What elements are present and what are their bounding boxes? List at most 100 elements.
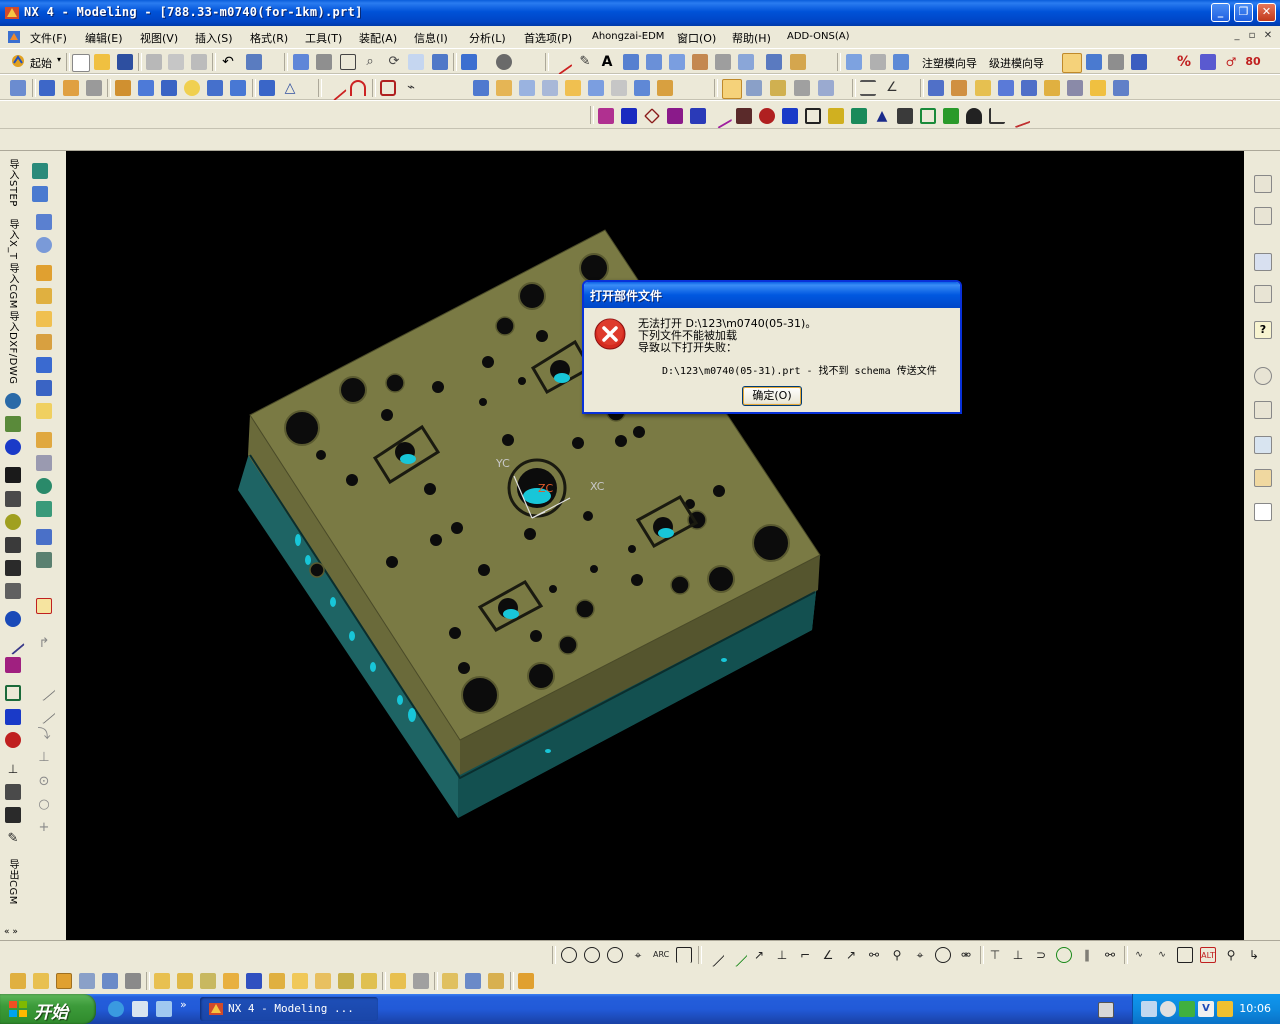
snap-chain-icon[interactable]: ⚮ [958,947,974,963]
snap-intersection-icon[interactable]: ⚯ [866,947,882,963]
tool-column-6-icon[interactable] [36,288,52,304]
quicklaunch-more-icon[interactable]: » [180,998,187,1011]
tray-v-icon[interactable]: V [1198,1001,1214,1017]
menu-assemblies[interactable]: 装配(A) [359,30,397,46]
menu-file[interactable]: 文件(F) [30,30,67,46]
scale-body-icon[interactable] [657,80,673,96]
tool-column-14-icon[interactable] [36,478,52,494]
snap-arc-icon[interactable]: ARC [653,947,669,963]
import-dxf-button[interactable]: 导入DXF/DWG [5,311,20,385]
gate-icon[interactable] [1090,80,1106,96]
keyboard-icon[interactable] [1098,1002,1114,1018]
swept-icon[interactable] [669,54,685,70]
custom-tool-14-icon[interactable] [897,108,913,124]
layer-icon[interactable] [790,54,806,70]
menu-preferences[interactable]: 首选项(P) [524,30,572,46]
zoom-in-icon[interactable] [340,54,356,70]
sweep-icon[interactable] [86,80,102,96]
custom-tool-2-icon[interactable] [621,108,637,124]
tool-column-12-icon[interactable] [36,432,52,448]
cut-icon[interactable] [146,54,162,70]
ok-button[interactable]: 确定(O) [742,386,802,406]
snap-endpoint-icon[interactable]: ⌐ [797,947,813,963]
revolve-icon[interactable] [63,80,79,96]
left-tool-10-icon[interactable] [5,611,21,627]
mold-base-icon[interactable] [1021,80,1037,96]
tool-column-20-icon[interactable] [32,677,56,702]
tool-column-21-icon[interactable] [32,700,56,725]
offset-face-icon[interactable] [634,80,650,96]
constraint-vertical-icon[interactable]: ⊥ [1010,947,1026,963]
unite-icon[interactable] [496,80,512,96]
tool-column-7-icon[interactable] [36,311,52,327]
feature-parameter-icon[interactable] [770,80,786,96]
active-tool-icon[interactable] [1062,53,1082,73]
tray-volume-icon[interactable] [1160,1001,1176,1017]
line-icon[interactable] [549,51,573,75]
part-navigator-icon[interactable] [1254,207,1272,225]
surface-icon[interactable] [623,54,639,70]
custom-tool-4-icon[interactable] [667,108,683,124]
quicklaunch-explorer-icon[interactable] [156,1001,172,1017]
left-tool-7-icon[interactable] [5,537,21,553]
tool-column-2-icon[interactable] [32,186,48,202]
constraint-equal-icon[interactable]: ⚯ [1102,947,1118,963]
selection-filter-icon[interactable] [246,54,262,70]
left-tool-1-icon[interactable] [5,393,21,409]
save-icon[interactable] [117,54,133,70]
snap-point-on-curve-icon[interactable]: ⚲ [889,947,905,963]
undo-icon[interactable]: ↶ [220,54,236,70]
convert-reference-icon[interactable] [1177,947,1193,963]
extrude-icon[interactable] [39,80,55,96]
left-tool-5-icon[interactable] [5,491,21,507]
tool-column-24-icon[interactable]: ⊙ [36,774,52,790]
bottom-tool-21-icon[interactable] [488,973,504,989]
paste-icon[interactable] [191,54,207,70]
tray-network-icon[interactable] [1141,1001,1157,1017]
palette-scroll-arrows[interactable]: « » [4,927,18,937]
graphics-window[interactable]: YC XC ZC [66,151,1244,940]
bottom-tool-16-icon[interactable] [361,973,377,989]
left-tool-12-icon[interactable] [5,657,21,673]
snap-existing-point-icon[interactable]: ⌖ [630,947,646,963]
import-xt-button[interactable]: 导入X_T [5,219,20,259]
left-tool-4-icon[interactable] [5,467,21,483]
left-tool-19-icon[interactable]: ✎ [5,831,21,847]
mdi-close-button[interactable]: ✕ [1262,31,1274,43]
new-file-icon[interactable] [72,54,90,72]
close-button[interactable]: ✕ [1257,3,1276,22]
standard-part-icon[interactable] [1044,80,1060,96]
sphere-icon[interactable] [184,80,200,96]
sketch-orientation-icon[interactable]: ↳ [1246,947,1262,963]
percent-icon[interactable]: % [1176,54,1192,70]
curvature-icon[interactable] [893,54,909,70]
tool-column-5-icon[interactable] [36,265,52,281]
tool-column-1-icon[interactable] [32,163,48,179]
menu-help[interactable]: 帮助(H) [732,30,771,46]
menu-analysis[interactable]: 分析(L) [469,30,506,46]
custom-tool-3-icon[interactable] [644,108,660,124]
left-tool-15-icon[interactable] [5,732,21,748]
start-icon[interactable] [10,53,26,69]
show-constraints-icon[interactable]: ∿ [1131,947,1147,963]
left-tool-17-icon[interactable] [5,784,21,800]
alternate-solution-icon[interactable]: ALT [1200,947,1216,963]
constraint-tangent-icon[interactable]: ⊃ [1033,947,1049,963]
tool-column-9-icon[interactable] [36,357,52,373]
draft-icon[interactable]: △ [282,80,298,96]
bottom-tool-22-icon[interactable] [518,973,534,989]
menu-add-ons[interactable]: ADD-ONS(A) [787,31,849,42]
process-studio-icon[interactable] [1254,436,1272,454]
bottom-tool-3-icon[interactable] [56,973,72,989]
menu-ahongzai-edm[interactable]: Ahongzai-EDM [592,31,664,42]
angle-dimension-icon[interactable]: ∠ [884,80,900,96]
taskbar-nx-window[interactable]: NX 4 - Modeling ... [200,997,378,1021]
sketch-icon[interactable]: ✎ [577,54,593,70]
offset-surface-icon[interactable] [715,54,731,70]
left-tool-9-icon[interactable] [5,583,21,599]
import-step-button[interactable]: 导入STEP [5,159,20,207]
split-body-icon[interactable] [588,80,604,96]
custom-tool-12-icon[interactable] [851,108,867,124]
cone-icon[interactable] [161,80,177,96]
left-tool-13-icon[interactable] [5,685,21,701]
